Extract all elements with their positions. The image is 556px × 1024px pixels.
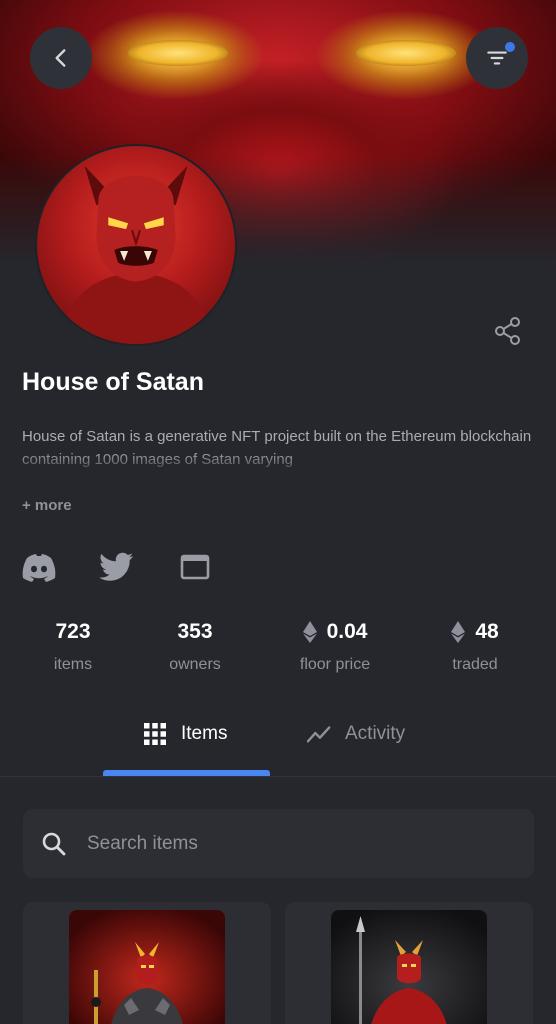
discord-link[interactable]	[21, 550, 57, 584]
collection-title: House of Satan	[22, 368, 204, 396]
banner-left-eye	[128, 40, 228, 66]
stat-items-value: 723	[3, 620, 143, 644]
tab-items[interactable]: Items	[143, 722, 227, 746]
discord-icon	[22, 554, 56, 582]
stat-owners-value: 353	[125, 620, 265, 644]
devil-with-spear-image	[331, 910, 487, 1024]
search-icon	[42, 832, 66, 855]
ethereum-icon	[451, 621, 466, 643]
item-card[interactable]	[23, 902, 271, 1024]
website-icon	[180, 554, 210, 580]
stat-floor-price-number: 0.04	[326, 620, 368, 643]
stat-floor-price-label: floor price	[299, 656, 371, 673]
item-image	[69, 910, 225, 1024]
stat-owners-label: owners	[169, 656, 221, 673]
more-link[interactable]: + more	[22, 497, 72, 514]
grid-icon	[144, 723, 166, 745]
stat-items-label: items	[53, 656, 93, 673]
item-card[interactable]	[285, 902, 533, 1024]
tab-items-label: Items	[181, 723, 228, 744]
stat-traded-value: 48	[405, 620, 545, 644]
collection-description: House of Satan is a generative NFT proje…	[22, 428, 532, 468]
tab-activity-label: Activity	[345, 723, 406, 744]
stat-traded-number: 48	[475, 620, 499, 643]
stat-items: 723 items	[3, 620, 143, 674]
share-icon[interactable]	[492, 315, 524, 347]
tab-activity[interactable]: Activity	[307, 722, 405, 746]
back-button[interactable]	[30, 27, 92, 89]
stat-owners: 353 owners	[125, 620, 265, 674]
search-input[interactable]	[87, 832, 487, 855]
devil-portrait-image	[56, 165, 216, 344]
stat-traded-label: traded	[452, 656, 498, 673]
item-image	[331, 910, 487, 1024]
tab-divider	[0, 776, 556, 777]
stat-items-number: 723	[55, 620, 91, 643]
filter-button[interactable]	[466, 27, 528, 89]
banner-right-eye	[356, 40, 456, 66]
stat-traded: 48 traded	[405, 620, 545, 674]
collection-avatar	[35, 144, 237, 346]
ethereum-icon	[302, 621, 317, 643]
search-bar[interactable]	[23, 809, 534, 878]
website-link[interactable]	[177, 550, 213, 584]
filter-active-indicator	[505, 42, 515, 52]
chevron-left-icon	[55, 49, 66, 67]
twitter-icon	[99, 552, 133, 581]
devil-warrior-image	[69, 910, 225, 1024]
stat-owners-number: 353	[177, 620, 213, 643]
stat-floor-price-value: 0.04	[265, 620, 405, 644]
trend-line-icon	[307, 726, 331, 743]
stat-floor-price: 0.04 floor price	[265, 620, 405, 674]
twitter-link[interactable]	[99, 550, 135, 584]
